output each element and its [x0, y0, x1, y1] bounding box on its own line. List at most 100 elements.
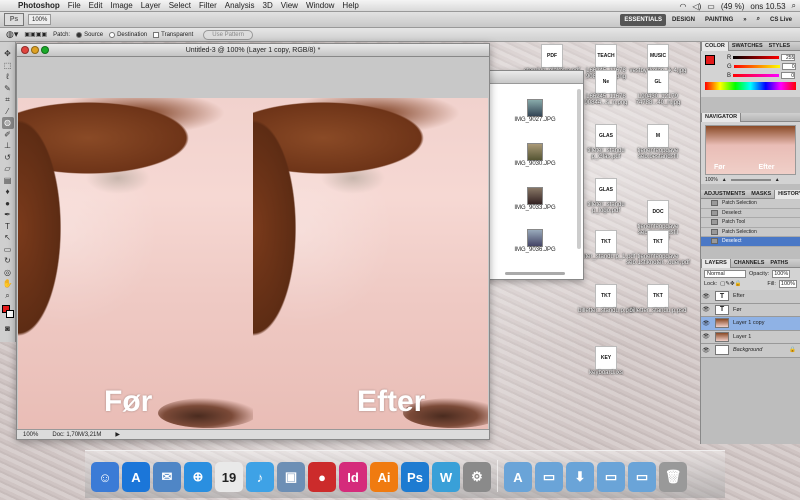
spotlight-icon[interactable]: ⌕	[792, 1, 796, 11]
status-zoom[interactable]: 100%	[23, 432, 38, 438]
desktop-icon[interactable]: KEY keyboard.ixs	[576, 346, 636, 376]
desktop-icon[interactable]: Ne L66245_11678 90844...s_n.png	[576, 70, 636, 106]
illustrator-dock-icon[interactable]: Ai	[370, 462, 398, 492]
desktop-icon[interactable]: TKT tjenenteopgave seb.1stiknoter...ouer.…	[626, 230, 690, 266]
navigator-zoom-slider[interactable]	[730, 179, 771, 181]
image-canvas[interactable]: Før Efter	[18, 98, 488, 429]
calendar-dock-icon[interactable]: 19	[215, 462, 243, 492]
minimize-icon[interactable]	[31, 46, 39, 54]
layer-row[interactable]: 👁 Background 🔒	[701, 344, 800, 358]
iphoto-dock-icon[interactable]: ▣	[277, 462, 305, 492]
type-tool-icon[interactable]: T	[2, 221, 14, 233]
workspace-essentials[interactable]: ESSENTIALS	[620, 13, 667, 26]
battery-icon[interactable]: ▭	[707, 2, 715, 11]
green-slider[interactable]: G0	[701, 62, 800, 71]
tab-navigator[interactable]: NAVIGATOR	[701, 112, 742, 122]
menu-image[interactable]: Image	[110, 1, 132, 10]
angry-birds-dock-icon[interactable]: ●	[308, 462, 336, 492]
path-select-tool-icon[interactable]: ↖	[2, 232, 14, 244]
file-item[interactable]: IMG_9030.JPG	[505, 143, 565, 167]
blur-tool-icon[interactable]: ♦	[2, 186, 14, 198]
zoom-out-icon[interactable]: ▲	[722, 177, 727, 183]
preview-dock-icon[interactable]: ✉	[153, 462, 181, 492]
wifi-icon[interactable]: ◠	[679, 2, 686, 11]
blend-mode-select[interactable]: Normal	[704, 270, 746, 278]
file-item[interactable]: IMG_9036.JPG	[505, 229, 565, 253]
marquee-tool-icon[interactable]: ⬚	[2, 60, 14, 72]
menu-filter[interactable]: Filter	[199, 1, 217, 10]
zoom-tool-icon[interactable]: ⌕	[2, 290, 14, 302]
workspace-design[interactable]: DESIGN	[668, 14, 699, 26]
background-color-swatch[interactable]	[5, 310, 14, 318]
opacity-input[interactable]: 100%	[772, 270, 791, 278]
eye-icon[interactable]: 👁	[701, 347, 711, 354]
navigator-thumbnail[interactable]: Før Efter	[705, 125, 796, 175]
menu-help[interactable]: Help	[342, 1, 358, 10]
history-item[interactable]: Patch Selection	[701, 228, 800, 237]
clone-stamp-tool-icon[interactable]: ⊥	[2, 140, 14, 152]
cs-live-button[interactable]: CS Live	[766, 14, 796, 26]
source-radio[interactable]	[76, 31, 83, 38]
history-item[interactable]: Patch Tool	[701, 218, 800, 228]
color-panel-fg-swatch[interactable]	[705, 55, 715, 65]
document-title-bar[interactable]: Untitled-3 @ 100% (Layer 1 copy, RGB/8) …	[17, 44, 489, 57]
safari-dock-icon[interactable]: ⊕	[184, 462, 212, 492]
desktop-icon[interactable]: TKT billetter_standu p.psd	[628, 284, 688, 314]
history-item[interactable]: Patch Selection	[701, 199, 800, 209]
tab-channels[interactable]: CHANNELS	[731, 260, 768, 266]
lasso-tool-icon[interactable]: ℓ	[2, 71, 14, 83]
menu-layer[interactable]: Layer	[141, 1, 161, 10]
eye-icon[interactable]: 👁	[701, 306, 711, 313]
brush-tool-icon[interactable]: ✐	[2, 129, 14, 141]
menu-edit[interactable]: Edit	[89, 1, 103, 10]
tab-layers[interactable]: LAYERS	[701, 258, 731, 268]
tab-masks[interactable]: MASKS	[748, 191, 774, 197]
3d-rotate-tool-icon[interactable]: ↻	[2, 255, 14, 267]
dodge-tool-icon[interactable]: ●	[2, 198, 14, 210]
3d-orbit-tool-icon[interactable]: ◎	[2, 267, 14, 279]
layer-row-selected[interactable]: 👁 Layer 1 copy	[701, 317, 800, 331]
eyedropper-tool-icon[interactable]: ⁄	[2, 106, 14, 118]
finder-dock-icon[interactable]: ☺	[91, 462, 119, 492]
finder-zoom-slider[interactable]	[505, 272, 565, 275]
workspace-more[interactable]: »	[739, 14, 750, 26]
layer-row[interactable]: 👁 T Efter	[701, 290, 800, 304]
app-store-dock-icon[interactable]: A	[122, 462, 150, 492]
app-menu[interactable]: Photoshop	[18, 1, 60, 10]
blue-slider[interactable]: B0	[701, 71, 800, 80]
red-slider[interactable]: R 255	[701, 53, 800, 62]
applications-folder-icon[interactable]: A	[504, 462, 532, 492]
move-tool-icon[interactable]: ✥	[2, 48, 14, 60]
desktop-icon[interactable]: GL L90430_12179 74788...40_n.jpg	[628, 70, 688, 106]
tool-preset-icon[interactable]: ◍▾	[6, 29, 18, 40]
quick-mask-icon[interactable]: ◙	[2, 323, 14, 335]
pen-tool-icon[interactable]: ✒	[2, 209, 14, 221]
zoom-level-select[interactable]: 100%	[28, 14, 52, 25]
finder-scrollbar[interactable]	[577, 89, 581, 249]
layer-row[interactable]: 👁 Layer 1	[701, 330, 800, 344]
destination-radio[interactable]	[109, 31, 116, 38]
search-icon[interactable]: ⌕	[753, 14, 764, 26]
folder-icon[interactable]: ▭	[628, 462, 656, 492]
eye-icon[interactable]: 👁	[701, 293, 711, 300]
history-item[interactable]: Deselect	[701, 209, 800, 218]
eye-icon[interactable]: 👁	[701, 333, 711, 340]
system-preferences-dock-icon[interactable]: ⚙	[463, 462, 491, 492]
eye-icon[interactable]: 👁	[701, 320, 711, 327]
tab-adjustments[interactable]: ADJUSTMENTS	[701, 191, 748, 197]
patch-tool-icon[interactable]: ◍	[1, 117, 14, 129]
menu-view[interactable]: View	[281, 1, 298, 10]
menu-analysis[interactable]: Analysis	[225, 1, 255, 10]
menu-3d[interactable]: 3D	[263, 1, 273, 10]
patch-mode-icons[interactable]: ▣▣▣▣	[24, 31, 47, 38]
desktop-icon[interactable]: Mtjenenteopgave seb.bestandsfil	[628, 124, 688, 160]
tab-color[interactable]: COLOR	[701, 41, 729, 51]
desktop-icon[interactable]: GLAS tilleter_standu p_Glas.pdf	[576, 124, 636, 160]
tab-swatches[interactable]: SWATCHES	[729, 43, 766, 49]
menu-select[interactable]: Select	[169, 1, 191, 10]
zoom-in-icon[interactable]: ▲	[775, 177, 780, 183]
quick-select-tool-icon[interactable]: ✎	[2, 83, 14, 95]
gradient-tool-icon[interactable]: ▤	[2, 175, 14, 187]
menu-window[interactable]: Window	[306, 1, 334, 10]
zoom-icon[interactable]	[41, 46, 49, 54]
